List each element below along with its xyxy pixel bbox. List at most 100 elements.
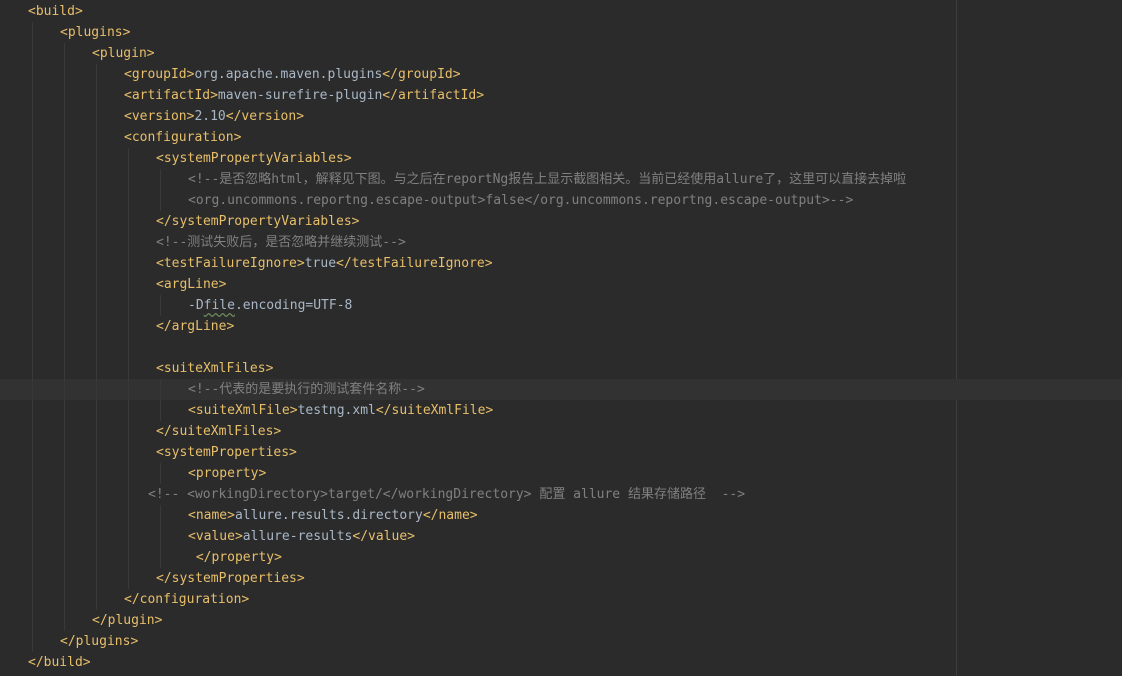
indent-guide — [96, 379, 97, 400]
xml-tag: </suiteXmlFile> — [375, 403, 494, 418]
code-line[interactable]: <!-- <workingDirectory>target/</workingD… — [0, 484, 1122, 505]
xml-text: -D — [188, 298, 204, 313]
code-line[interactable]: <build> — [0, 1, 1122, 22]
indent-guide — [96, 358, 97, 379]
indent-guide — [160, 463, 161, 484]
xml-tag: <value> — [188, 529, 243, 544]
indent-guide — [96, 169, 97, 190]
code-line[interactable]: <value>allure-results</value> — [0, 526, 1122, 547]
code-line[interactable]: </argLine> — [0, 316, 1122, 337]
xml-tag: </value> — [352, 529, 415, 544]
indent-guide — [160, 379, 161, 400]
code-line[interactable]: <systemPropertyVariables> — [0, 148, 1122, 169]
code-text: <build> — [28, 1, 83, 22]
indent-guide — [128, 400, 129, 421]
indent-guide — [96, 589, 97, 610]
xml-tag: </systemProperties> — [156, 571, 305, 586]
xml-tag: <property> — [188, 466, 267, 481]
indent-guide — [128, 421, 129, 442]
code-line[interactable]: <version>2.10</version> — [0, 106, 1122, 127]
code-line[interactable]: <suiteXmlFiles> — [0, 358, 1122, 379]
xml-comment: <org.uncommons.reportng.escape-output>fa… — [188, 193, 854, 208]
xml-tag: </name> — [422, 508, 478, 523]
code-line[interactable]: <name>allure.results.directory</name> — [0, 505, 1122, 526]
code-text: </systemPropertyVariables> — [156, 211, 360, 232]
xml-tag: </suiteXmlFiles> — [156, 424, 282, 439]
code-line[interactable]: </suiteXmlFiles> — [0, 421, 1122, 442]
indent-guide — [96, 106, 97, 127]
indent-guide — [128, 505, 129, 526]
code-text: <systemPropertyVariables> — [156, 148, 352, 169]
indent-guide — [96, 337, 97, 358]
xml-text: maven-surefire-plugin — [217, 88, 383, 103]
indent-guide — [32, 232, 33, 253]
indent-guide — [32, 127, 33, 148]
xml-comment: <!--是否忽略html，解释见下图。与之后在reportNg报告上显示截图相关… — [188, 172, 907, 187]
code-line[interactable]: <!--是否忽略html，解释见下图。与之后在reportNg报告上显示截图相关… — [0, 169, 1122, 190]
code-line[interactable]: <plugin> — [0, 43, 1122, 64]
code-text: <version>2.10</version> — [124, 106, 304, 127]
indent-guide — [32, 442, 33, 463]
code-text: </plugins> — [60, 631, 138, 652]
code-line[interactable]: <!--代表的是要执行的测试套件名称--> — [0, 379, 1122, 400]
indent-guide — [32, 631, 33, 652]
indent-guide — [64, 190, 65, 211]
indent-guide — [64, 400, 65, 421]
code-line[interactable]: </configuration> — [0, 589, 1122, 610]
indent-guide — [32, 484, 33, 505]
indent-guide — [64, 589, 65, 610]
code-line[interactable]: <!--测试失败后，是否忽略并继续测试--> — [0, 232, 1122, 253]
indent-guide — [64, 484, 65, 505]
indent-guide — [96, 316, 97, 337]
xml-tag: <systemPropertyVariables> — [156, 151, 352, 166]
indent-guide — [64, 316, 65, 337]
code-line[interactable]: </plugin> — [0, 610, 1122, 631]
xml-tag: <version> — [124, 109, 195, 124]
code-text: <!--是否忽略html，解释见下图。与之后在reportNg报告上显示截图相关… — [188, 169, 906, 190]
indent-guide — [96, 274, 97, 295]
indent-guide — [64, 421, 65, 442]
code-text: <suiteXmlFile>testng.xml</suiteXmlFile> — [188, 400, 493, 421]
code-line[interactable]: <testFailureIgnore>true</testFailureIgno… — [0, 253, 1122, 274]
xml-tag: </systemPropertyVariables> — [156, 214, 360, 229]
code-line[interactable]: <systemProperties> — [0, 442, 1122, 463]
code-text: <name>allure.results.directory</name> — [188, 505, 478, 526]
code-line[interactable]: </systemPropertyVariables> — [0, 211, 1122, 232]
indent-guide — [128, 442, 129, 463]
xml-comment: <!--测试失败后，是否忽略并继续测试--> — [156, 235, 406, 250]
code-line[interactable]: <plugins> — [0, 22, 1122, 43]
code-text: <!--代表的是要执行的测试套件名称--> — [188, 379, 425, 400]
code-line[interactable]: <groupId>org.apache.maven.plugins</group… — [0, 64, 1122, 85]
code-line[interactable]: <property> — [0, 463, 1122, 484]
xml-tag: </argLine> — [156, 319, 235, 334]
xml-comment: <!-- <workingDirectory>target/</workingD… — [148, 487, 746, 502]
indent-guide — [96, 253, 97, 274]
xml-tag: <plugins> — [60, 25, 131, 40]
indent-guide — [128, 484, 129, 505]
code-line[interactable]: <suiteXmlFile>testng.xml</suiteXmlFile> — [0, 400, 1122, 421]
indent-guide — [128, 526, 129, 547]
code-line[interactable] — [0, 337, 1122, 358]
code-line[interactable]: <org.uncommons.reportng.escape-output>fa… — [0, 190, 1122, 211]
code-line[interactable]: </plugins> — [0, 631, 1122, 652]
code-text: <!--测试失败后，是否忽略并继续测试--> — [156, 232, 406, 253]
indent-guide — [96, 64, 97, 85]
xml-tag: <configuration> — [124, 130, 242, 145]
code-line[interactable]: </build> — [0, 652, 1122, 673]
code-line[interactable]: <configuration> — [0, 127, 1122, 148]
code-text: <systemProperties> — [156, 442, 297, 463]
code-line[interactable]: </systemProperties> — [0, 568, 1122, 589]
code-line[interactable]: -Dfile.encoding=UTF-8 — [0, 295, 1122, 316]
code-line[interactable]: <artifactId>maven-surefire-plugin</artif… — [0, 85, 1122, 106]
indent-guide — [96, 85, 97, 106]
indent-guide — [32, 358, 33, 379]
xml-text: testng.xml — [297, 403, 376, 418]
xml-tag: </artifactId> — [382, 88, 485, 103]
indent-guide — [64, 64, 65, 85]
code-line[interactable]: </property> — [0, 547, 1122, 568]
code-line[interactable]: <argLine> — [0, 274, 1122, 295]
indent-guide — [32, 505, 33, 526]
code-text: <org.uncommons.reportng.escape-output>fa… — [188, 190, 853, 211]
code-editor[interactable]: <build> <plugins> <plugin> <groupId>org.apa… — [0, 0, 1122, 676]
indent-guide — [128, 547, 129, 568]
